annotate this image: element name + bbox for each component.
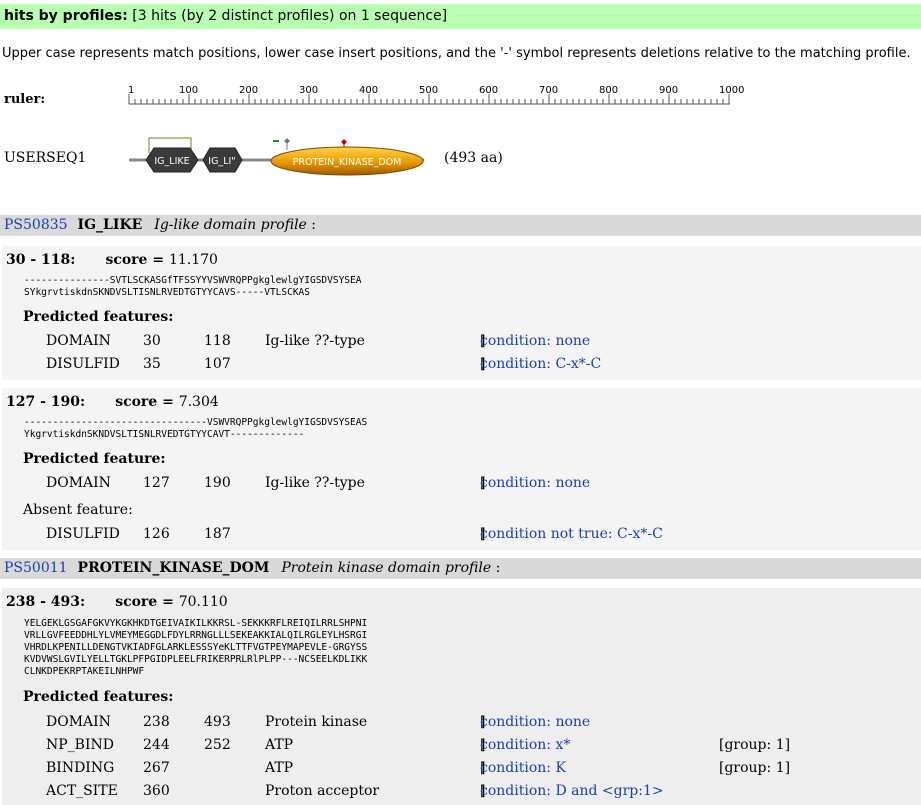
ruler-tick-label: 700 [539,85,558,96]
ig-like-domain-1-label: IG_LIKE [154,156,189,167]
alignment-line: YkgrvtiskdnSKNDVSLTISNLRVEDTGTYYCAVT----… [24,429,305,440]
hit-title: 30 - 118: score = 11.170 [6,252,218,268]
feature-row: ACT_SITE 360 Proton acceptor [condition:… [46,783,664,799]
ruler-tick-label: 300 [299,85,318,96]
alignment: --------------------------------VSWVRQPP… [24,417,367,441]
header-summary: [3 hits (by 2 distinct profiles) on 1 se… [132,8,448,24]
alignment-line: YELGEKLGSGAFGKVYKGKHKDTGEIVAIKILKKRSL-SE… [24,618,368,629]
alignment-line: --------------------------------VSWVRQPP… [24,417,368,428]
hits-by-profiles-header: hits by profiles: [3 hits (by 2 distinct… [0,4,921,29]
ruler-tick-label: 1 [128,85,134,96]
group-label: [group: 1] [719,760,791,776]
hit-title: 127 - 190: score = 7.304 [6,394,219,410]
hit-block: 127 - 190: score = 7.304 ----------------… [2,388,921,550]
group-label: [group: 1] [719,737,791,753]
profile-name: IG_LIKE [77,217,143,233]
hit-range: 30 - 118: [6,252,76,268]
score-label: score = [115,394,174,410]
feature-row: DOMAIN 127 190 Ig-like ??-type [conditio… [46,475,591,491]
binding-site-marker [284,138,290,144]
active-site-marker [341,139,347,145]
ig-like-domain-2-label: IG_LI" [208,156,235,167]
ig-like-domain-2[interactable]: IG_LI" [202,147,243,173]
ruler-tick-label: 800 [599,85,618,96]
ruler-scale: 1 100 200 300 400 500 600 700 800 900 1000 [128,85,744,105]
protein-kinase-domain-label: PROTEIN_KINASE_DOM [293,157,402,168]
score-label: score = [105,252,165,268]
hit-range: 238 - 493: [6,594,86,610]
feature-row: BINDING 267 ATP [condition: K] [group: 1… [46,760,791,776]
features-heading: Predicted feature: [23,451,166,467]
alignment-line: SYkgrvtiskdnSKNDVSLTISNLRVEDTGTYYCAVS---… [24,287,310,298]
ruler-tick-label: 900 [659,85,678,96]
score-value: 11.170 [168,252,218,268]
features-heading: Predicted features: [23,309,174,325]
profile-name: PROTEIN_KINASE_DOM [77,560,270,576]
profile-description: Protein kinase domain profile [281,560,492,576]
hit-block: 238 - 493: score = 70.110 YELGEKLGSGAFGKV… [2,588,921,805]
protein-kinase-domain[interactable]: PROTEIN_KINASE_DOM [270,146,424,176]
ruler-tick-label: 600 [479,85,498,96]
ig-like-domain-1[interactable]: IG_LIKE [145,147,199,173]
profile-header-protein-kinase: PS50011 PROTEIN_KINASE_DOM Protein kinase … [0,558,921,579]
hit-title: 238 - 493: score = 70.110 [6,594,228,610]
profile-description: Ig-like domain profile [154,217,307,233]
alignment-line: KVDVWSLGVILYELLTGKLPFPGIDPLEELFRIKERPRLR… [24,654,368,665]
ruler-tick-label: 200 [239,85,258,96]
ruler-tick-label: 100 [179,85,198,96]
alignment-line: VHRDLKPENILLDENGTVKIADFGLARKLESSSYeKLTTF… [24,642,368,653]
feature-row: DOMAIN 30 118 Ig-like ??-type [condition… [46,333,591,349]
score-label: score = [115,594,174,610]
feature-row: DOMAIN 238 493 Protein kinase [condition… [46,714,591,730]
profile-accession-link[interactable]: PS50011 [4,560,68,576]
ruler-tick-label: 400 [359,85,378,96]
score-value: 70.110 [178,594,228,610]
alignment-line: CLNKDPEKRPTAKEILNHPWF [24,666,145,677]
alignment: ---------------SVTLSCKASGfTFSSYYVSWVRQPP… [24,275,361,299]
profile-accession-link[interactable]: PS50835 [4,217,68,233]
feature-row: DISULFID 126 187 [condition not true: C-… [46,526,663,542]
profile-header-ig-like: PS50835 IG_LIKE Ig-like domain profile : [0,215,921,236]
hit-range: 127 - 190: [6,394,86,410]
ruler-tick-label: 500 [419,85,438,96]
features-heading: Predicted features: [23,689,174,705]
legend-note: Upper case represents match positions, l… [2,46,911,61]
absent-features-heading: Absent feature: [23,502,133,518]
alignment-line: ---------------SVTLSCKASGfTFSSYYVSWVRQPP… [24,275,362,286]
ruler-tick-label: 1000 [719,85,744,96]
feature-row: NP_BIND 244 252 ATP [condition: x*] [gro… [46,737,791,753]
sequence-length: (493 aa) [444,150,503,166]
score-value: 7.304 [178,394,219,410]
header-title: hits by profiles: [4,8,128,24]
alignment: YELGEKLGSGAFGKVYKGKHKDTGEIVAIKILKKRSL-SE… [24,618,367,678]
hit-block: 30 - 118: score = 11.170 ---------------S… [2,246,921,380]
feature-row: DISULFID 35 107 [condition: C-x*-C] [46,356,602,372]
alignment-line: VRLLGVFEEDDHLYLVMEYMEGGDLFDYLRRNGLLLSEKE… [24,630,368,641]
